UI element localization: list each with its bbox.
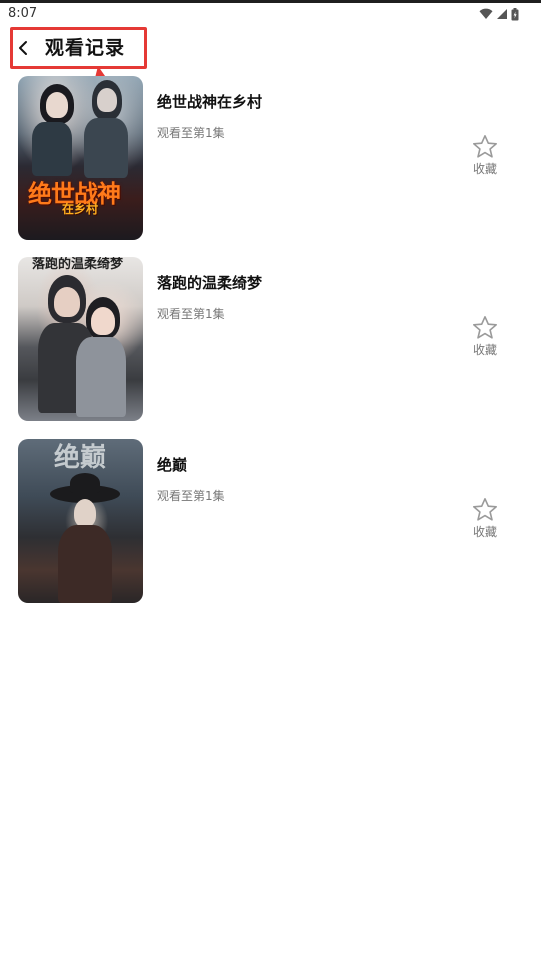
poster-figure	[54, 287, 80, 317]
poster-image[interactable]: 绝巅	[18, 439, 143, 603]
star-outline-icon	[473, 498, 497, 521]
poster-figure	[70, 473, 100, 493]
poster-figure	[74, 499, 96, 527]
page-title: 观看记录	[45, 37, 126, 59]
star-outline-icon	[473, 316, 497, 339]
cellular-icon	[497, 9, 507, 19]
drama-title[interactable]: 绝世战神在乡村	[157, 91, 262, 112]
favorite-button[interactable]: 收藏	[466, 134, 504, 180]
battery-icon	[511, 7, 519, 20]
favorite-label: 收藏	[472, 525, 497, 539]
favorite-button[interactable]: 收藏	[466, 315, 504, 361]
poster-figure	[91, 307, 115, 335]
favorite-label: 收藏	[472, 343, 497, 357]
poster-title-text: 落跑的温柔绮梦	[32, 257, 124, 272]
poster-figure	[46, 92, 68, 118]
poster-figure	[32, 122, 72, 176]
poster-image[interactable]: 落跑的温柔绮梦	[18, 257, 143, 421]
poster-subtitle-text: 在乡村	[62, 202, 99, 216]
poster-figure	[58, 525, 112, 603]
status-icons	[479, 7, 519, 21]
poster-figure	[97, 88, 117, 112]
wifi-icon	[479, 8, 493, 19]
drama-title[interactable]: 绝巅	[157, 454, 187, 475]
star-outline-icon	[473, 135, 497, 158]
list-item[interactable]: 落跑的温柔绮梦 落跑的温柔绮梦 观看至第1集 收藏	[0, 257, 541, 421]
watch-progress: 观看至第1集	[157, 307, 225, 321]
status-time: 8:07	[8, 6, 38, 21]
back-button[interactable]	[12, 35, 34, 61]
list-item[interactable]: 绝世战神 在乡村 绝世战神在乡村 观看至第1集 收藏	[0, 76, 541, 240]
poster-figure	[76, 337, 126, 417]
status-bar: 8:07	[0, 3, 541, 25]
watch-progress: 观看至第1集	[157, 126, 225, 140]
poster-figure	[84, 118, 128, 178]
poster-title-text: 绝巅	[54, 443, 107, 473]
chevron-left-icon	[19, 41, 27, 55]
list-item[interactable]: 绝巅 绝巅 观看至第1集 收藏	[0, 439, 541, 603]
watch-progress: 观看至第1集	[157, 489, 225, 503]
favorite-button[interactable]: 收藏	[466, 497, 504, 543]
drama-title[interactable]: 落跑的温柔绮梦	[157, 272, 262, 293]
favorite-label: 收藏	[472, 162, 497, 176]
poster-image[interactable]: 绝世战神 在乡村	[18, 76, 143, 240]
